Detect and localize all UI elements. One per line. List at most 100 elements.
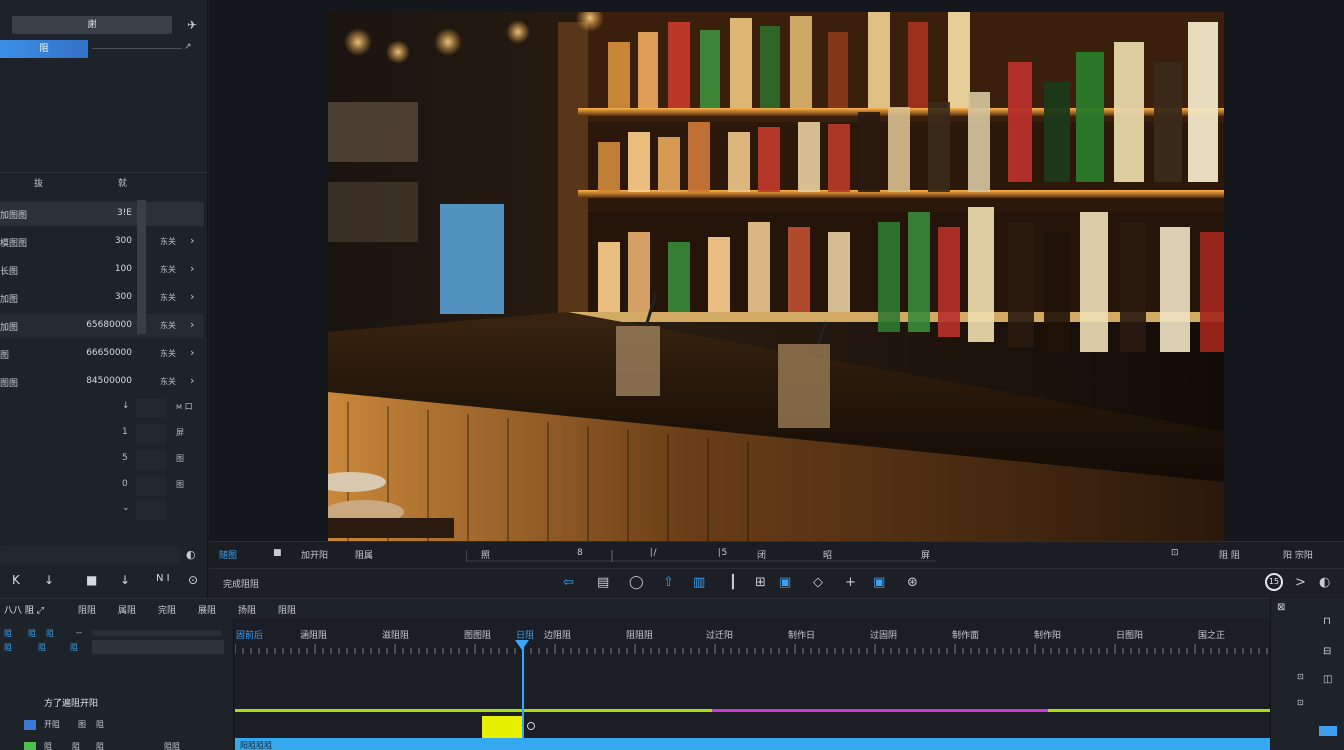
chevron-right-icon[interactable]: ›	[190, 374, 194, 387]
tl-left-a2[interactable]: 阻	[28, 628, 36, 639]
control-row[interactable]: 5图	[0, 450, 208, 470]
control-input[interactable]	[136, 476, 166, 496]
control-row[interactable]: ↓ ᴍ 口	[0, 398, 208, 418]
preset-field[interactable]: 謝	[12, 16, 172, 34]
tl-left-b3[interactable]: 阻	[70, 642, 78, 653]
track2-d[interactable]: 阻阻	[164, 741, 180, 750]
ruler-label-1[interactable]: 固前后	[236, 628, 263, 641]
preview-right-1[interactable]: ⊡	[1171, 548, 1179, 558]
side-icon-2[interactable]: ⊓	[1323, 616, 1331, 627]
upload-icon[interactable]: ⇧	[663, 575, 674, 590]
track2-c[interactable]: 阻	[96, 741, 104, 750]
property-row[interactable]: 加图 300 东关 ›	[0, 286, 204, 310]
circle-icon[interactable]: ◯	[629, 575, 644, 590]
diamond-icon[interactable]: ◇	[813, 575, 823, 590]
header-col-2[interactable]: 就	[118, 176, 127, 189]
control-input[interactable]	[136, 424, 166, 444]
property-action[interactable]: 东关	[160, 236, 176, 247]
audio-track-segment-2[interactable]	[712, 709, 1048, 712]
ruler-label-3[interactable]: 滋阻阻	[382, 628, 409, 641]
ruler-label-14[interactable]: 国之正	[1198, 628, 1225, 641]
chevron-right-icon[interactable]: ›	[190, 318, 194, 331]
property-value[interactable]: 65680000	[60, 320, 132, 330]
send-icon[interactable]: ✈	[184, 16, 200, 34]
tl-left-a1[interactable]: 阻	[4, 628, 12, 639]
chevron-right-icon[interactable]: ›	[190, 290, 194, 303]
control-row[interactable]: 0图	[0, 476, 208, 496]
side-icon-1[interactable]: ⊠	[1277, 602, 1285, 613]
property-action[interactable]: 东关	[160, 376, 176, 387]
property-row[interactable]: 图 66650000 东关 ›	[0, 342, 204, 366]
tl-tab-4[interactable]: 完阻	[158, 603, 176, 616]
add-grid-icon[interactable]: ⊞	[755, 575, 766, 590]
control-value[interactable]: 图	[176, 479, 184, 490]
ruler-label-12[interactable]: 制作阳	[1034, 628, 1061, 641]
expand-icon[interactable]: ↗	[184, 42, 192, 52]
property-action[interactable]: 东关	[160, 264, 176, 275]
property-value[interactable]: 84500000	[60, 376, 132, 386]
side-icon-6[interactable]: ⊡	[1297, 698, 1304, 707]
tl-left-a4[interactable]: --	[76, 628, 82, 637]
speed-button[interactable]: 15	[1265, 573, 1283, 591]
side-icon-4[interactable]: ◫	[1323, 674, 1332, 685]
split-icon[interactable]: ┃	[729, 575, 737, 590]
video-preview[interactable]	[328, 12, 1224, 541]
property-action[interactable]: 东关	[160, 320, 176, 331]
tool-icon-2[interactable]: ↓	[44, 573, 54, 587]
track1-b[interactable]: 图	[78, 719, 86, 730]
property-action[interactable]: 东关	[160, 348, 176, 359]
control-value[interactable]: ᴍ 口	[176, 401, 193, 412]
property-row[interactable]: 加图图 3!E	[0, 202, 204, 226]
ruler-label-11[interactable]: 制作面	[952, 628, 979, 641]
property-row[interactable]: 加图 65680000 东关 ›	[0, 314, 204, 338]
tl-left-a3[interactable]: 阻	[46, 628, 54, 639]
tool-icon-5[interactable]: N I	[156, 573, 170, 584]
tl-tab-3[interactable]: 属阻	[118, 603, 136, 616]
tool-icon-3[interactable]: ■	[86, 573, 97, 587]
ruler-ticks[interactable]	[235, 644, 1270, 654]
side-toggle[interactable]	[1319, 726, 1337, 736]
chevron-right-icon[interactable]: ›	[190, 262, 194, 275]
tl-left-b2[interactable]: 阻	[38, 642, 46, 653]
tl-left-b1[interactable]: 阻	[4, 642, 12, 653]
preview-tool-4[interactable]: 阻属	[355, 548, 373, 561]
property-action[interactable]: 东关	[160, 292, 176, 303]
property-row[interactable]: 图图 84500000 东关 ›	[0, 370, 204, 394]
control-input[interactable]	[136, 500, 166, 520]
add-icon[interactable]: +	[845, 575, 856, 590]
property-value[interactable]: 300	[60, 292, 132, 302]
side-icon-5[interactable]: ⊡	[1297, 672, 1304, 681]
frame-icon[interactable]: ▣	[779, 575, 791, 590]
preview-tool-1[interactable]: 随图	[219, 548, 237, 561]
clip-handle-icon[interactable]	[527, 722, 535, 730]
crop-icon[interactable]: ▣	[873, 575, 885, 590]
control-input[interactable]	[136, 398, 166, 418]
track2-b[interactable]: 阻	[72, 741, 80, 750]
tl-tab-5[interactable]: 展阻	[198, 603, 216, 616]
contrast-icon[interactable]: ◐	[1319, 575, 1330, 590]
ruler-label-5[interactable]: 日阻	[516, 628, 534, 641]
control-value[interactable]: 屏	[176, 427, 184, 438]
ruler-label-10[interactable]: 过固阴	[870, 628, 897, 641]
zoom-bar[interactable]	[92, 640, 224, 654]
settings-gear-icon[interactable]: ⊛	[907, 575, 918, 590]
layout-icon[interactable]: ▥	[693, 575, 705, 590]
control-row[interactable]: 1屏	[0, 424, 208, 444]
preview-mini-ruler[interactable]	[466, 548, 936, 562]
preview-tool-3[interactable]: 加开阳	[301, 548, 328, 561]
preview-right-3[interactable]: 阳 宗阳	[1283, 548, 1313, 561]
control-input[interactable]	[136, 450, 166, 470]
preview-right-2[interactable]: 阻 阻	[1219, 548, 1240, 561]
video-track-clip[interactable]	[235, 738, 1270, 750]
ruler-label-9[interactable]: 制作日	[788, 628, 815, 641]
ruler-label-4[interactable]: 图图阻	[464, 628, 491, 641]
audio-track-segment-3[interactable]	[1048, 709, 1270, 712]
property-value[interactable]: 3!E	[60, 208, 132, 218]
ruler-label-13[interactable]: 日图阳	[1116, 628, 1143, 641]
chevron-right-icon[interactable]: ›	[190, 234, 194, 247]
tl-tab-1[interactable]: 八八 阻 ⤢	[4, 603, 44, 616]
tl-tab-6[interactable]: 扬阻	[238, 603, 256, 616]
ruler-label-6[interactable]: 边阻阻	[544, 628, 571, 641]
ruler-label-7[interactable]: 阻阻阻	[626, 628, 653, 641]
control-row[interactable]: ⌄	[0, 500, 208, 520]
